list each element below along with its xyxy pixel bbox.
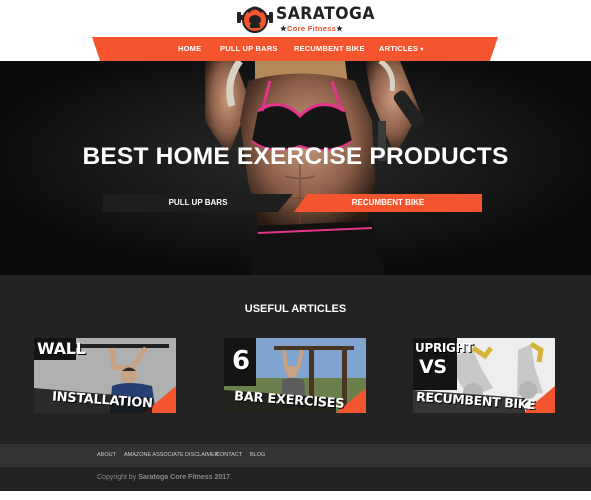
hero-pull-up-bars-button[interactable]: PULL UP BARS (103, 194, 293, 212)
card-top-label: WALL (37, 339, 86, 358)
useful-articles-section: USEFUL ARTICLES WALL INSTALLATION 6 BAR … (0, 275, 591, 444)
article-card-upright-vs-recumbent[interactable]: UPRIGHT VS RECUMBENT BIKE (413, 338, 555, 413)
chevron-down-icon: ▾ (420, 47, 424, 53)
site-header: SARATOGA ★Core Fitness★ HOME PULL UP BAR… (0, 0, 591, 61)
main-nav: HOME PULL UP BARS RECUMBENT BIKE ARTICLE… (92, 37, 498, 61)
nav-recumbent-bike[interactable]: RECUMBENT BIKE (294, 44, 365, 53)
hero-title: BEST HOME EXERCISE PRODUCTS (82, 143, 509, 170)
copyright-text: Copyright by Saratoga Core Fitness 2017. (97, 474, 233, 481)
hero-recumbent-bike-button[interactable]: RECUMBENT BIKE (294, 194, 482, 212)
card-middle-label: VS (419, 356, 447, 378)
footer-nav: ABOUT AMAZONE ASSOCIATE DISCLAIMER CONTA… (0, 444, 591, 467)
logo-title: SARATOGA (276, 4, 375, 24)
footer-link-about[interactable]: ABOUT (97, 452, 116, 458)
nav-articles[interactable]: ARTICLES ▾ (379, 44, 424, 53)
hero-banner: BEST HOME EXERCISE PRODUCTS PULL UP BARS… (0, 61, 591, 275)
site-logo[interactable]: SARATOGA ★Core Fitness★ (237, 3, 374, 35)
footer-copyright-bar: Copyright by Saratoga Core Fitness 2017. (0, 467, 591, 491)
article-card-wall-installation[interactable]: WALL INSTALLATION (34, 338, 176, 413)
footer-link-disclaimer[interactable]: AMAZONE ASSOCIATE DISCLAIMER (124, 452, 219, 458)
article-card-bar-exercises[interactable]: 6 BAR EXERCISES (224, 338, 366, 413)
footer-link-contact[interactable]: CONTACT (216, 452, 242, 458)
card-top-label: 6 (232, 346, 250, 376)
footer-link-blog[interactable]: BLOG (250, 452, 265, 458)
logo-subtitle: ★Core Fitness★ (280, 24, 344, 33)
nav-pull-up-bars[interactable]: PULL UP BARS (220, 44, 278, 53)
kettlebell-logo-icon (237, 6, 273, 33)
card-top-label: UPRIGHT (415, 341, 474, 355)
nav-home[interactable]: HOME (178, 44, 201, 53)
articles-heading: USEFUL ARTICLES (244, 303, 347, 315)
